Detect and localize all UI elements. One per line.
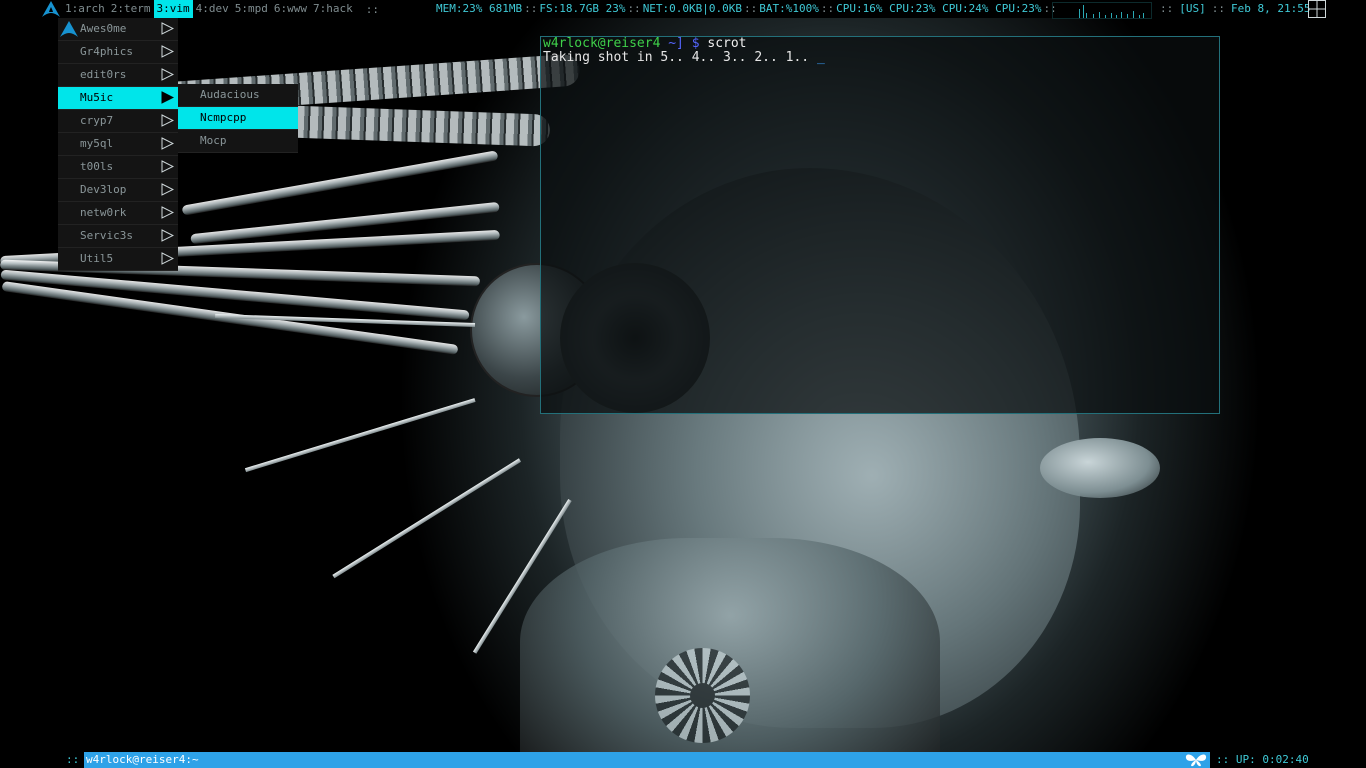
wallpaper-nose [1040, 438, 1160, 498]
submenu-arrow-icon [161, 137, 174, 150]
menu-item-mu5ic[interactable]: Mu5ic [58, 87, 178, 110]
submenu-item-label: Audacious [200, 88, 260, 101]
arch-linux-icon[interactable] [40, 0, 62, 18]
tag-3[interactable]: 3:vim [153, 0, 193, 18]
bottom-panel: :: w4rlock@reiser4:~ :: UP: 0:02:40 [0, 752, 1366, 768]
menu-item-label: my5ql [80, 137, 114, 150]
cpu-widget: CPU:16% CPU:23% CPU:24% CPU:23% [836, 2, 1042, 15]
status-widgets: MEM:23% 681MB :: FS:18.7GB 23% :: NET:0.… [436, 0, 1059, 18]
filesystem-widget: FS:18.7GB 23% [539, 2, 626, 15]
menu-item-label: cryp7 [80, 114, 114, 127]
tag-list: 1:arch 2:term 3:vim 4:dev 5:mpd 6:www 7:hack [62, 0, 356, 18]
terminal-cursor: _ [816, 50, 825, 65]
bottom-separator: :: [66, 753, 80, 766]
submenu-arrow-icon [161, 114, 174, 127]
tag-4[interactable]: 4:dev [193, 0, 232, 18]
terminal-output-line: Taking shot in 5.. 4.. 3.. 2.. 1.. _ [541, 51, 1219, 65]
menu-item-label: Servic3s [80, 229, 133, 242]
submenu-arrow-icon [161, 229, 174, 242]
menu-item-label: Awes0me [80, 22, 127, 35]
terminal-command: scrot [699, 36, 747, 51]
menu-item-awes0me[interactable]: Awes0me [58, 18, 178, 41]
awesome-main-menu: Awes0me Gr4phics edit0rs Mu5ic cryp7 my5ql t00… [58, 18, 178, 271]
tag-1[interactable]: 1:arch [62, 0, 108, 18]
tag-5[interactable]: 5:mpd [232, 0, 271, 18]
tag-6[interactable]: 6:www [271, 0, 310, 18]
menu-item-label: Util5 [80, 252, 114, 265]
wallpaper-flower-pattern [655, 648, 750, 743]
terminal-prompt-line: w4rlock@reiser4 ~] $ scrot [541, 37, 1219, 51]
tag-7[interactable]: 7:hack [310, 0, 356, 18]
menu-item-util5[interactable]: Util5 [58, 248, 178, 271]
menu-item-my5ql[interactable]: my5ql [58, 133, 178, 156]
wallpaper-syringe [332, 458, 522, 579]
menu-item-edit0rs[interactable]: edit0rs [58, 64, 178, 87]
submenu-item-label: Ncmpcpp [200, 111, 247, 124]
submenu-item-label: Mocp [200, 134, 227, 147]
clock: Feb 8, 21:55 [1231, 2, 1311, 15]
tag-2[interactable]: 2:term [108, 0, 154, 18]
task-title: w4rlock@reiser4:~ [86, 753, 199, 766]
submenu-arrow-icon [161, 22, 174, 35]
menu-item-label: Gr4phics [80, 45, 133, 58]
submenu-arrow-icon [161, 206, 174, 219]
wallpaper-syringe [244, 398, 476, 473]
prompt-user: w4rlock@reiser4 [543, 36, 661, 51]
music-submenu: Audacious Ncmpcpp Mocp [178, 84, 298, 153]
keyboard-layout[interactable]: [US] [1179, 0, 1206, 18]
butterfly-icon [1185, 754, 1207, 767]
tasklist-item[interactable]: w4rlock@reiser4:~ [84, 752, 1210, 768]
menu-item-netw0rk[interactable]: netw0rk [58, 202, 178, 225]
menu-item-servic3s[interactable]: Servic3s [58, 225, 178, 248]
submenu-arrow-icon [161, 252, 174, 265]
menu-item-label: netw0rk [80, 206, 127, 219]
tag-separator: :: [365, 2, 379, 16]
battery-widget: BAT:%100% [759, 2, 819, 15]
menu-item-label: Dev3lop [80, 183, 127, 196]
submenu-item-ncmpcpp[interactable]: Ncmpcpp [178, 107, 298, 130]
terminal-window[interactable]: w4rlock@reiser4 ~] $ scrot Taking shot i… [540, 36, 1220, 414]
submenu-arrow-icon [161, 68, 174, 81]
top-panel: 1:arch 2:term 3:vim 4:dev 5:mpd 6:www 7:hack :… [0, 0, 1366, 19]
uptime-widget: :: UP: 0:02:40 [1216, 753, 1309, 766]
network-widget: NET:0.0KB|0.0KB [642, 2, 743, 15]
prompt-path: ~] $ [660, 36, 700, 51]
menu-item-cryp7[interactable]: cryp7 [58, 110, 178, 133]
arch-logo-icon [60, 21, 78, 37]
menu-item-label: t00ls [80, 160, 114, 173]
menu-item-gr4phics[interactable]: Gr4phics [58, 41, 178, 64]
memory-widget: MEM:23% 681MB [436, 2, 523, 15]
submenu-arrow-icon [161, 91, 174, 104]
submenu-item-audacious[interactable]: Audacious [178, 84, 298, 107]
terminal-output: Taking shot in 5.. 4.. 3.. 2.. 1.. [543, 50, 817, 65]
menu-item-label: edit0rs [80, 68, 127, 81]
submenu-arrow-icon [161, 160, 174, 173]
cpu-graph [1052, 2, 1152, 19]
tile-layout-icon[interactable] [1308, 0, 1326, 18]
submenu-arrow-icon [161, 183, 174, 196]
submenu-arrow-icon [161, 45, 174, 58]
submenu-item-mocp[interactable]: Mocp [178, 130, 298, 153]
menu-item-t00ls[interactable]: t00ls [58, 156, 178, 179]
menu-item-label: Mu5ic [80, 91, 114, 104]
right-status: :: [US] :: Feb 8, 21:55 [1158, 0, 1310, 18]
menu-item-dev3lop[interactable]: Dev3lop [58, 179, 178, 202]
